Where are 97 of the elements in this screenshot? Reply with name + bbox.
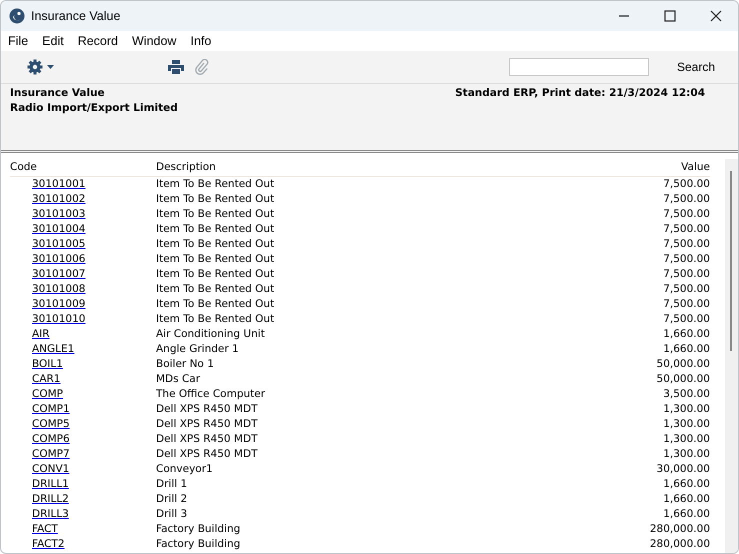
close-icon[interactable] [710, 10, 722, 22]
code-link[interactable]: FACT [32, 523, 58, 535]
table-cell: 30,000.00 [656, 462, 710, 477]
window-title: Insurance Value [31, 9, 120, 23]
table-cell: 1,300.00 [663, 417, 710, 432]
table-cell: 7,500.00 [663, 282, 710, 297]
code-link[interactable]: AIR [32, 328, 50, 340]
search-field[interactable] [508, 58, 649, 76]
table-cell: 7,500.00 [663, 177, 710, 192]
table-cell-text: Angle Grinder 1 [156, 342, 240, 357]
table-cell: 1,660.00 [663, 327, 710, 342]
code-link[interactable]: COMP5 [32, 418, 70, 430]
table-cell-text: Item To Be Rented Out [156, 312, 276, 327]
code-link[interactable]: 30101005 [32, 238, 86, 250]
table-cell: 7,500.00 [663, 237, 710, 252]
code-link[interactable]: 30101010 [32, 313, 86, 325]
code-link[interactable]: 30101003 [32, 208, 86, 220]
code-link[interactable]: 30101006 [32, 253, 86, 265]
table-cell: 280,000.00 [650, 537, 710, 552]
code-link[interactable]: 30101007 [32, 268, 86, 280]
table-cell: 7,500.00 [663, 252, 710, 267]
code-link[interactable]: COMP [32, 388, 63, 400]
table-cell-text: Item To Be Rented Out [156, 267, 276, 282]
table-cell: 7,500.00 [663, 267, 710, 282]
code-link[interactable]: COMP7 [32, 448, 70, 460]
table-cell-text: Item To Be Rented Out [156, 177, 276, 192]
menu-item[interactable]: Edit [42, 34, 64, 48]
menu-item[interactable]: Info [190, 34, 212, 48]
code-link[interactable]: CAR1 [32, 373, 60, 385]
scrollbar-thumb[interactable] [730, 171, 732, 351]
table-cell: 280,000.00 [650, 522, 710, 537]
table-cell-text: Drill 2 [156, 492, 188, 507]
settings-icon[interactable] [27, 59, 55, 75]
table-cell-text: Factory Building [156, 522, 242, 537]
report-title: Insurance Value [10, 86, 105, 101]
code-link[interactable]: ANGLE1 [32, 343, 74, 355]
code-link[interactable]: 30101009 [32, 298, 86, 310]
code-link[interactable]: DRILL1 [32, 478, 69, 490]
table-cell-text: Item To Be Rented Out [156, 222, 276, 237]
table-cell-text: Conveyor1 [156, 462, 214, 477]
scrollbar[interactable] [725, 159, 738, 553]
table-cell-text: Boiler No 1 [156, 357, 215, 372]
code-link[interactable]: COMP6 [32, 433, 70, 445]
table-cell-text: Air Conditioning Unit [156, 327, 266, 342]
paperclip-icon[interactable] [195, 59, 209, 75]
code-link[interactable]: 30101004 [32, 223, 86, 235]
code-link[interactable]: CONV1 [32, 463, 70, 475]
report-info: Standard ERP, Print date: 21/3/2024 12:04 [455, 86, 705, 101]
menu-item[interactable]: File [8, 34, 28, 48]
table-cell-text: The Office Computer [156, 387, 266, 402]
table-cell: 50,000.00 [656, 357, 710, 372]
code-link[interactable]: DRILL3 [32, 508, 69, 520]
code-link[interactable]: FACT2 [32, 538, 64, 550]
printer-icon[interactable] [168, 60, 184, 74]
table-cell-text: Item To Be Rented Out [156, 282, 276, 297]
search-button[interactable]: Search [676, 60, 715, 74]
maximize-icon[interactable] [664, 10, 676, 22]
table-cell-text: Drill 1 [156, 477, 188, 492]
code-link[interactable]: 30101002 [32, 193, 86, 205]
table-cell: 7,500.00 [663, 222, 710, 237]
table-cell: 1,660.00 [663, 477, 710, 492]
table-cell: 1,300.00 [663, 447, 710, 462]
table-cell: 50,000.00 [656, 372, 710, 387]
table-cell: 7,500.00 [663, 207, 710, 222]
code-link[interactable]: COMP1 [32, 403, 70, 415]
table-cell-text: Item To Be Rented Out [156, 207, 276, 222]
table-cell-text: Drill 3 [156, 507, 188, 522]
app-logo-icon [9, 8, 25, 24]
table-cell-text: Factory Building [156, 537, 242, 552]
code-link[interactable]: DRILL2 [32, 493, 69, 505]
table-cell-text: Item To Be Rented Out [156, 192, 276, 207]
table-cell-text: Dell XPS R450 MDT [156, 417, 258, 432]
company-name: Radio Import/Export Limited [10, 101, 179, 116]
column-header: Code [10, 160, 38, 175]
table-cell: 1,660.00 [663, 342, 710, 357]
table-cell-text: Item To Be Rented Out [156, 252, 276, 267]
table-cell: 7,500.00 [663, 192, 710, 207]
table-cell-text: Dell XPS R450 MDT [156, 402, 258, 417]
table-cell-text: Dell XPS R450 MDT [156, 447, 258, 462]
table-cell: 1,300.00 [663, 402, 710, 417]
column-header: Value [681, 160, 710, 175]
table-cell: 1,300.00 [663, 432, 710, 447]
table-cell: 7,500.00 [663, 312, 710, 327]
code-link[interactable]: 30101008 [32, 283, 86, 295]
table-cell-text: Item To Be Rented Out [156, 297, 276, 312]
table-cell: 3,500.00 [663, 387, 710, 402]
table-cell: 1,660.00 [663, 507, 710, 522]
column-header: Description [156, 160, 217, 175]
code-link[interactable]: BOIL1 [32, 358, 63, 370]
table-cell: 1,660.00 [663, 492, 710, 507]
table-cell-text: Item To Be Rented Out [156, 237, 276, 252]
menu-item[interactable]: Window [132, 34, 176, 48]
table-cell-text: Dell XPS R450 MDT [156, 432, 258, 447]
menu-item[interactable]: Record [78, 34, 118, 48]
code-link[interactable]: 30101001 [32, 178, 86, 190]
table-cell: 7,500.00 [663, 297, 710, 312]
table-cell-text: MDs Car [156, 372, 202, 387]
